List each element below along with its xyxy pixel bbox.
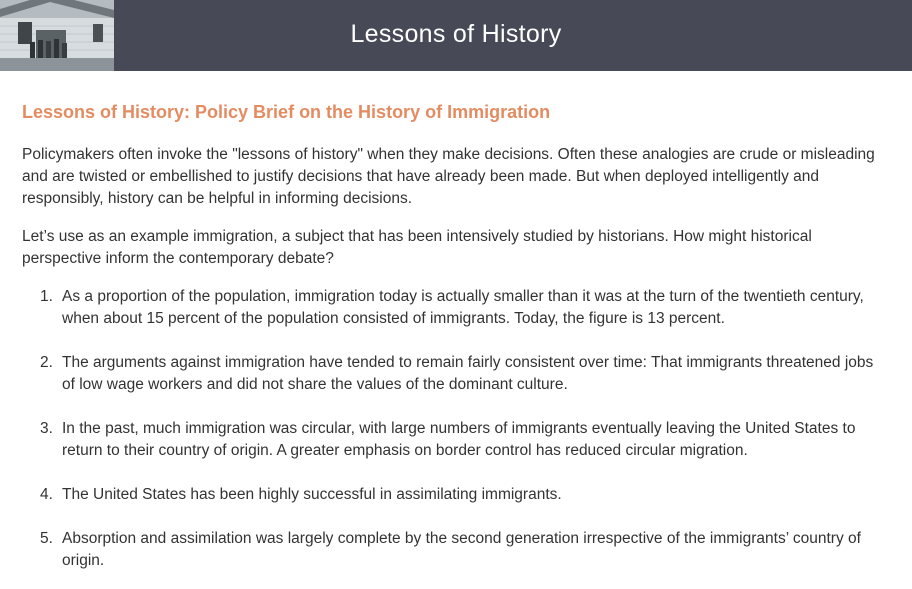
list-item-text: As a proportion of the population, immig… xyxy=(62,288,864,327)
list-item: 1. As a proportion of the population, im… xyxy=(22,286,890,330)
list-item: 4. The United States has been highly suc… xyxy=(22,484,890,506)
list-item-text: The arguments against immigration have t… xyxy=(62,354,874,393)
intro-paragraph: Policymakers often invoke the "lessons o… xyxy=(22,146,875,207)
points-list: 1. As a proportion of the population, im… xyxy=(22,286,890,572)
list-item-text: Absorption and assimilation was largely … xyxy=(62,530,861,569)
example-paragraph: Let’s use as an example immigration, a s… xyxy=(22,228,812,267)
brief-title: Lessons of History: Policy Brief on the … xyxy=(22,102,551,122)
list-item-number: 5. xyxy=(40,530,53,547)
list-item-number: 1. xyxy=(40,288,53,305)
main-content: Lessons of History: Policy Brief on the … xyxy=(0,101,912,572)
list-item-text: The United States has been highly succes… xyxy=(62,486,562,503)
header-title: Lessons of History xyxy=(350,20,562,48)
site-header: Lessons of History xyxy=(0,0,912,71)
list-item-number: 3. xyxy=(40,420,53,437)
list-item-number: 4. xyxy=(40,486,53,503)
list-item: 2. The arguments against immigration hav… xyxy=(22,352,890,396)
list-item-text: In the past, much immigration was circul… xyxy=(62,420,856,459)
list-item: 3. In the past, much immigration was cir… xyxy=(22,418,890,462)
list-item-number: 2. xyxy=(40,354,53,371)
list-item: 5. Absorption and assimilation was large… xyxy=(22,528,890,572)
